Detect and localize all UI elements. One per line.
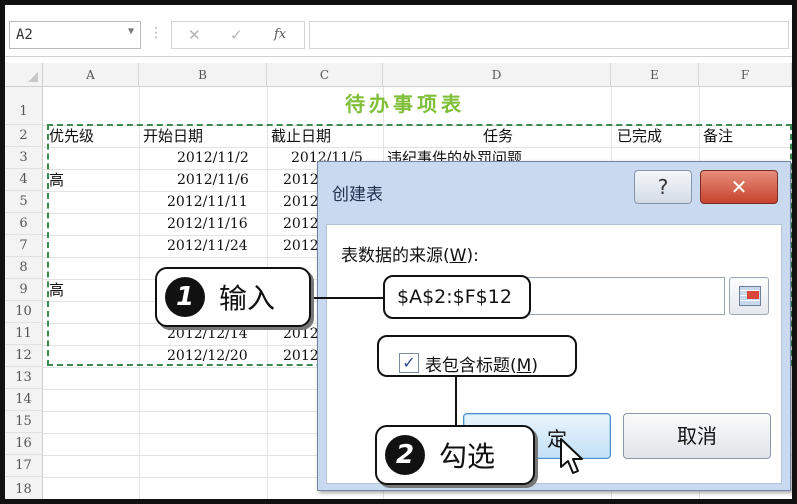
- column-header-d[interactable]: D: [383, 63, 611, 87]
- mouse-cursor-icon: [560, 438, 583, 474]
- column-header-f[interactable]: F: [699, 63, 792, 87]
- chevron-down-icon[interactable]: ▼: [128, 26, 134, 37]
- close-button[interactable]: ✕: [700, 170, 778, 204]
- formula-input[interactable]: [309, 21, 789, 49]
- checkbox-highlight: [377, 335, 577, 377]
- row-header-13[interactable]: 13: [5, 367, 43, 389]
- column-header-e[interactable]: E: [611, 63, 699, 87]
- row-header-10[interactable]: 10: [5, 301, 43, 323]
- cancel-icon[interactable]: ✕: [188, 26, 201, 44]
- row-header-15[interactable]: 15: [5, 411, 43, 433]
- column-header-a[interactable]: A: [43, 63, 139, 87]
- callout-number: 1: [165, 277, 205, 317]
- callout-2: 2 勾选: [375, 425, 535, 485]
- help-button[interactable]: ?: [634, 170, 692, 204]
- row-header-3[interactable]: 3: [5, 147, 43, 169]
- cancel-button[interactable]: 取消: [623, 413, 771, 459]
- row-header-1[interactable]: 1: [5, 87, 43, 125]
- row-header-18[interactable]: 18: [5, 477, 43, 499]
- formula-bar: A2 ▼ ⋮ ✕ ✓ fx: [5, 5, 792, 57]
- row-header-16[interactable]: 16: [5, 433, 43, 455]
- formula-buttons: ✕ ✓ fx: [171, 21, 305, 49]
- range-value[interactable]: $A$2:$F$12: [383, 275, 531, 319]
- row-header-14[interactable]: 14: [5, 389, 43, 411]
- source-label: 表数据的来源(W):: [341, 246, 479, 266]
- sheet-title[interactable]: 待办事项表: [345, 93, 465, 115]
- column-header-c[interactable]: C: [267, 63, 383, 87]
- name-box-value: A2: [16, 27, 33, 43]
- callout-text: 勾选: [439, 440, 496, 473]
- row-header-11[interactable]: 11: [5, 323, 43, 345]
- row-header-12[interactable]: 12: [5, 345, 43, 367]
- column-header-b[interactable]: B: [139, 63, 267, 87]
- screenshot-frame: A2 ▼ ⋮ ✕ ✓ fx A B C D E F 1 2 3 4 5 6 7 …: [0, 0, 797, 504]
- callout-leader-line: [309, 297, 383, 299]
- callout-leader-line: [455, 377, 457, 427]
- select-all-corner[interactable]: [5, 63, 43, 87]
- enter-icon[interactable]: ✓: [230, 26, 243, 44]
- separator-icon: ⋮: [149, 25, 163, 41]
- row-header-8[interactable]: 8: [5, 257, 43, 279]
- insert-function-icon[interactable]: fx: [274, 27, 286, 42]
- name-box[interactable]: A2 ▼: [9, 21, 141, 49]
- callout-1: 1 输入: [155, 267, 311, 327]
- row-header-6[interactable]: 6: [5, 213, 43, 235]
- row-header-17[interactable]: 17: [5, 455, 43, 477]
- callout-text: 输入: [219, 282, 276, 315]
- row-header-9[interactable]: 9: [5, 279, 43, 301]
- row-header-5[interactable]: 5: [5, 191, 43, 213]
- range-selector-icon[interactable]: [729, 277, 769, 315]
- row-header-2[interactable]: 2: [5, 125, 43, 147]
- row-header-4[interactable]: 4: [5, 169, 43, 191]
- dialog-title: 创建表: [332, 185, 383, 205]
- row-header-7[interactable]: 7: [5, 235, 43, 257]
- callout-number: 2: [385, 435, 425, 475]
